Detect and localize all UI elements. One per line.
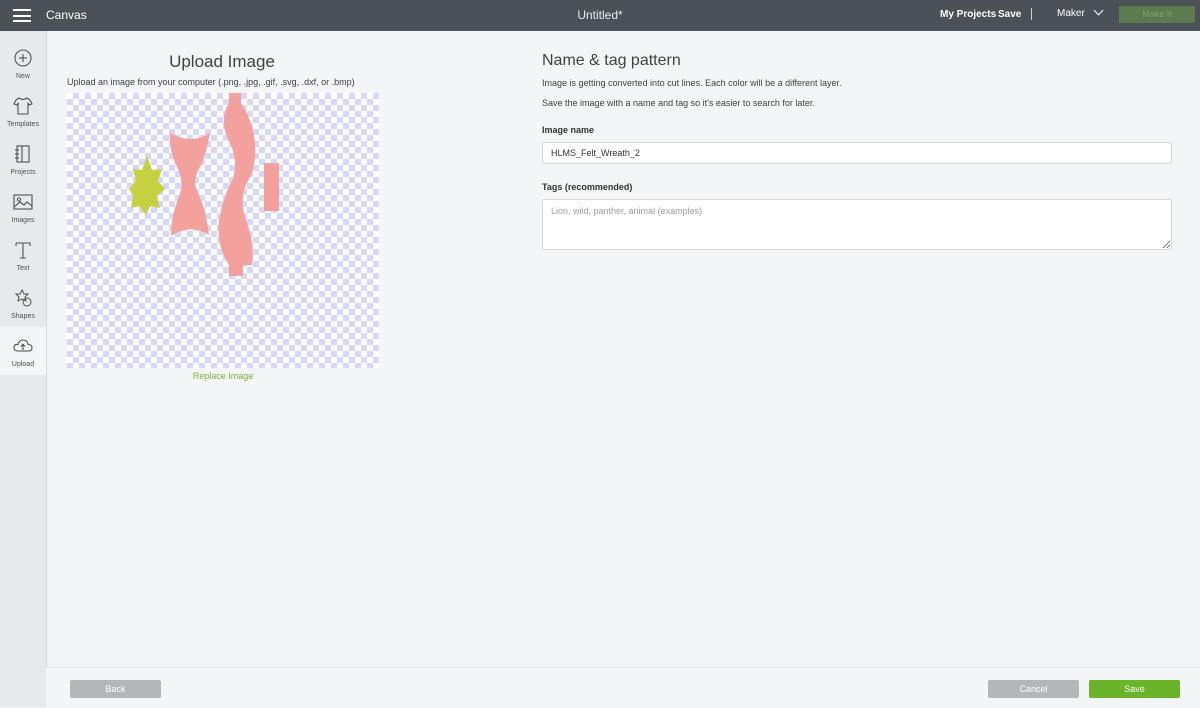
plus-circle-icon: [14, 49, 32, 67]
image-icon: [13, 194, 33, 210]
green-leaf-shape: [129, 156, 165, 215]
notebook-icon: [15, 145, 30, 163]
make-it-button[interactable]: Make It: [1119, 6, 1195, 23]
save-button[interactable]: Save: [1089, 680, 1180, 698]
sidebar-item-label: New: [15, 73, 30, 80]
image-name-input[interactable]: [542, 142, 1172, 164]
sidebar-item-shapes[interactable]: Shapes: [0, 279, 46, 327]
sidebar-item-label: Images: [11, 217, 35, 224]
left-sidebar: New Templates Projects Images Text Shape…: [0, 31, 47, 707]
my-projects-link[interactable]: My Projects: [940, 9, 996, 20]
form-description-1: Image is getting converted into cut line…: [542, 78, 842, 88]
cloud-upload-icon: [13, 339, 33, 352]
sidebar-item-projects[interactable]: Projects: [0, 135, 46, 183]
top-bar: Canvas Untitled* My Projects Save Maker …: [0, 0, 1200, 31]
sidebar-item-label: Shapes: [11, 313, 35, 320]
replace-image-link[interactable]: Replace Image: [67, 371, 379, 381]
sidebar-item-label: Projects: [10, 169, 36, 176]
tags-input[interactable]: [542, 199, 1172, 250]
cancel-button[interactable]: Cancel: [988, 680, 1079, 698]
sidebar-item-upload[interactable]: Upload: [0, 327, 46, 375]
machine-selector[interactable]: Maker: [1057, 5, 1104, 19]
sidebar-item-label: Text: [16, 265, 30, 272]
form-title: Name & tag pattern: [542, 52, 681, 69]
tags-label: Tags (recommended): [542, 182, 633, 192]
top-save-link[interactable]: Save: [998, 9, 1021, 20]
nav-separator: [1031, 8, 1032, 20]
back-button[interactable]: Back: [70, 680, 161, 698]
sidebar-item-label: Templates: [7, 121, 39, 128]
image-preview: [67, 93, 379, 368]
machine-label: Maker: [1057, 8, 1085, 19]
app-title: Canvas: [46, 8, 87, 22]
text-t-icon: [15, 242, 31, 259]
hamburger-icon[interactable]: [13, 9, 31, 22]
upload-instructions: Upload an image from your computer (.png…: [67, 77, 355, 87]
form-description-2: Save the image with a name and tag so it…: [542, 98, 815, 108]
chevron-down-icon: [1093, 5, 1104, 16]
upload-image-title: Upload Image: [169, 52, 275, 71]
sidebar-item-new[interactable]: New: [0, 39, 46, 87]
pink-bow-shape: [169, 133, 210, 236]
pink-tall-bow-shape: [218, 93, 256, 276]
sidebar-item-text[interactable]: Text: [0, 231, 46, 279]
image-name-label: Image name: [542, 125, 595, 135]
uploaded-image-shapes: [129, 93, 279, 276]
tshirt-icon: [13, 97, 33, 115]
shapes-icon: [14, 288, 32, 307]
sidebar-item-label: Upload: [11, 361, 35, 368]
document-title[interactable]: Untitled*: [577, 8, 622, 22]
sidebar-item-images[interactable]: Images: [0, 183, 46, 231]
sidebar-item-templates[interactable]: Templates: [0, 87, 46, 135]
pink-rectangle-shape: [264, 163, 279, 211]
